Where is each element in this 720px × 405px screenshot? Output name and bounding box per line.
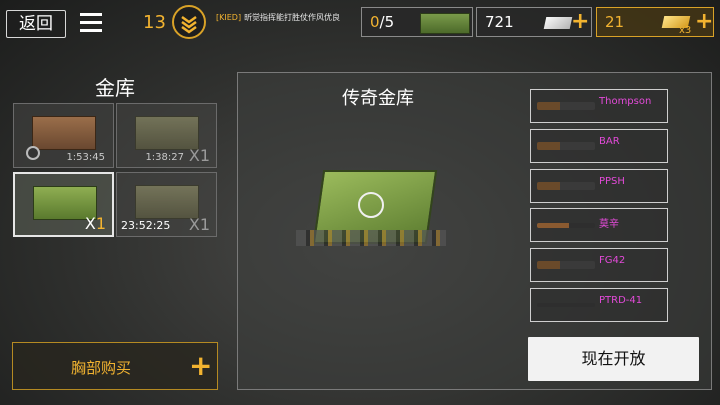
weapon-item-bar[interactable]: BAR	[530, 129, 668, 163]
open-now-button[interactable]: 现在开放	[528, 337, 699, 381]
slot-count: X1	[85, 214, 106, 233]
silver-amount: 721	[485, 13, 514, 31]
silver-bar-icon	[543, 17, 573, 29]
weapon-name: BAR	[599, 136, 620, 147]
add-silver-icon[interactable]: +	[571, 11, 589, 33]
add-gold-icon[interactable]: +	[695, 11, 713, 33]
chest-count-current: 0	[370, 13, 380, 31]
chest-counter[interactable]: 0/5	[361, 7, 473, 37]
menu-icon[interactable]	[80, 13, 102, 33]
vault-slot-1[interactable]: 1:53:45	[13, 103, 114, 168]
silver-counter[interactable]: 721 +	[476, 7, 592, 37]
rank-chevron-icon[interactable]	[172, 5, 206, 39]
plus-icon: +	[189, 349, 213, 382]
vault-title: 金库	[95, 76, 135, 100]
crate-icon	[135, 116, 199, 150]
slot-count: X1	[188, 146, 210, 165]
legendary-crate-image	[296, 160, 446, 255]
slot-count: X1	[188, 215, 210, 234]
player-name: [KIED] 昕觉指挥能打胜仗作风优良	[216, 12, 340, 23]
buy-chest-button[interactable]: 胸部购买 +	[12, 342, 218, 390]
bolt-rifle-icon	[537, 223, 595, 228]
slot-timer: 1:38:27	[145, 152, 184, 163]
buy-chest-label: 胸部购买	[71, 359, 132, 377]
player-level: 13	[143, 12, 166, 33]
gold-counter[interactable]: 21 x3 +	[596, 7, 714, 37]
gold-amount: 21	[605, 13, 625, 31]
crate-icon	[420, 13, 470, 34]
top-bar: 返回 13 [KIED] 昕觉指挥能打胜仗作风优良 0/5 721 + 21 x3…	[0, 0, 720, 44]
vault-slot-3-selected[interactable]: X1	[13, 172, 114, 237]
rifle-icon	[537, 261, 595, 269]
smg-icon	[537, 182, 595, 190]
clan-tag: [KIED]	[216, 13, 242, 22]
player-name-text: 昕觉指挥能打胜仗作风优良	[244, 13, 341, 22]
back-button[interactable]: 返回	[6, 10, 66, 38]
crate-icon	[135, 185, 199, 219]
vault-slot-2[interactable]: 1:38:27 X1	[116, 103, 217, 168]
weapon-name: FG42	[599, 255, 626, 266]
weapon-item-ppsh[interactable]: PPSH	[530, 169, 668, 203]
slot-timer: 1:53:45	[66, 152, 105, 163]
weapon-item-fg42[interactable]: FG42	[530, 248, 668, 282]
weapon-name: Thompson	[599, 96, 652, 107]
weapon-name: PPSH	[599, 176, 625, 187]
crate-emblem-icon	[358, 192, 384, 218]
weapon-item-ptrd[interactable]: PTRD-41	[530, 288, 668, 322]
slot-count-x: X	[84, 214, 96, 233]
slot-timer: 23:52:25	[121, 219, 171, 232]
gold-multiplier: x3	[679, 25, 692, 36]
smg-icon	[537, 102, 595, 110]
weapon-item-thompson[interactable]: Thompson	[530, 89, 668, 123]
vault-slot-4[interactable]: 23:52:25 X1	[116, 172, 217, 237]
chest-count-max: /5	[379, 13, 395, 31]
weapon-item-mosin[interactable]: 莫辛	[530, 208, 668, 242]
weapons-pile-icon	[296, 230, 446, 246]
rifle-icon	[537, 142, 595, 150]
weapon-name: PTRD-41	[599, 295, 643, 306]
anti-tank-rifle-icon	[537, 303, 595, 307]
wooden-crate-icon	[32, 116, 96, 150]
weapon-name: 莫辛	[599, 219, 619, 230]
clock-icon	[26, 146, 40, 160]
detail-title: 传奇金库	[342, 88, 414, 109]
slot-count-n: 1	[95, 214, 106, 233]
